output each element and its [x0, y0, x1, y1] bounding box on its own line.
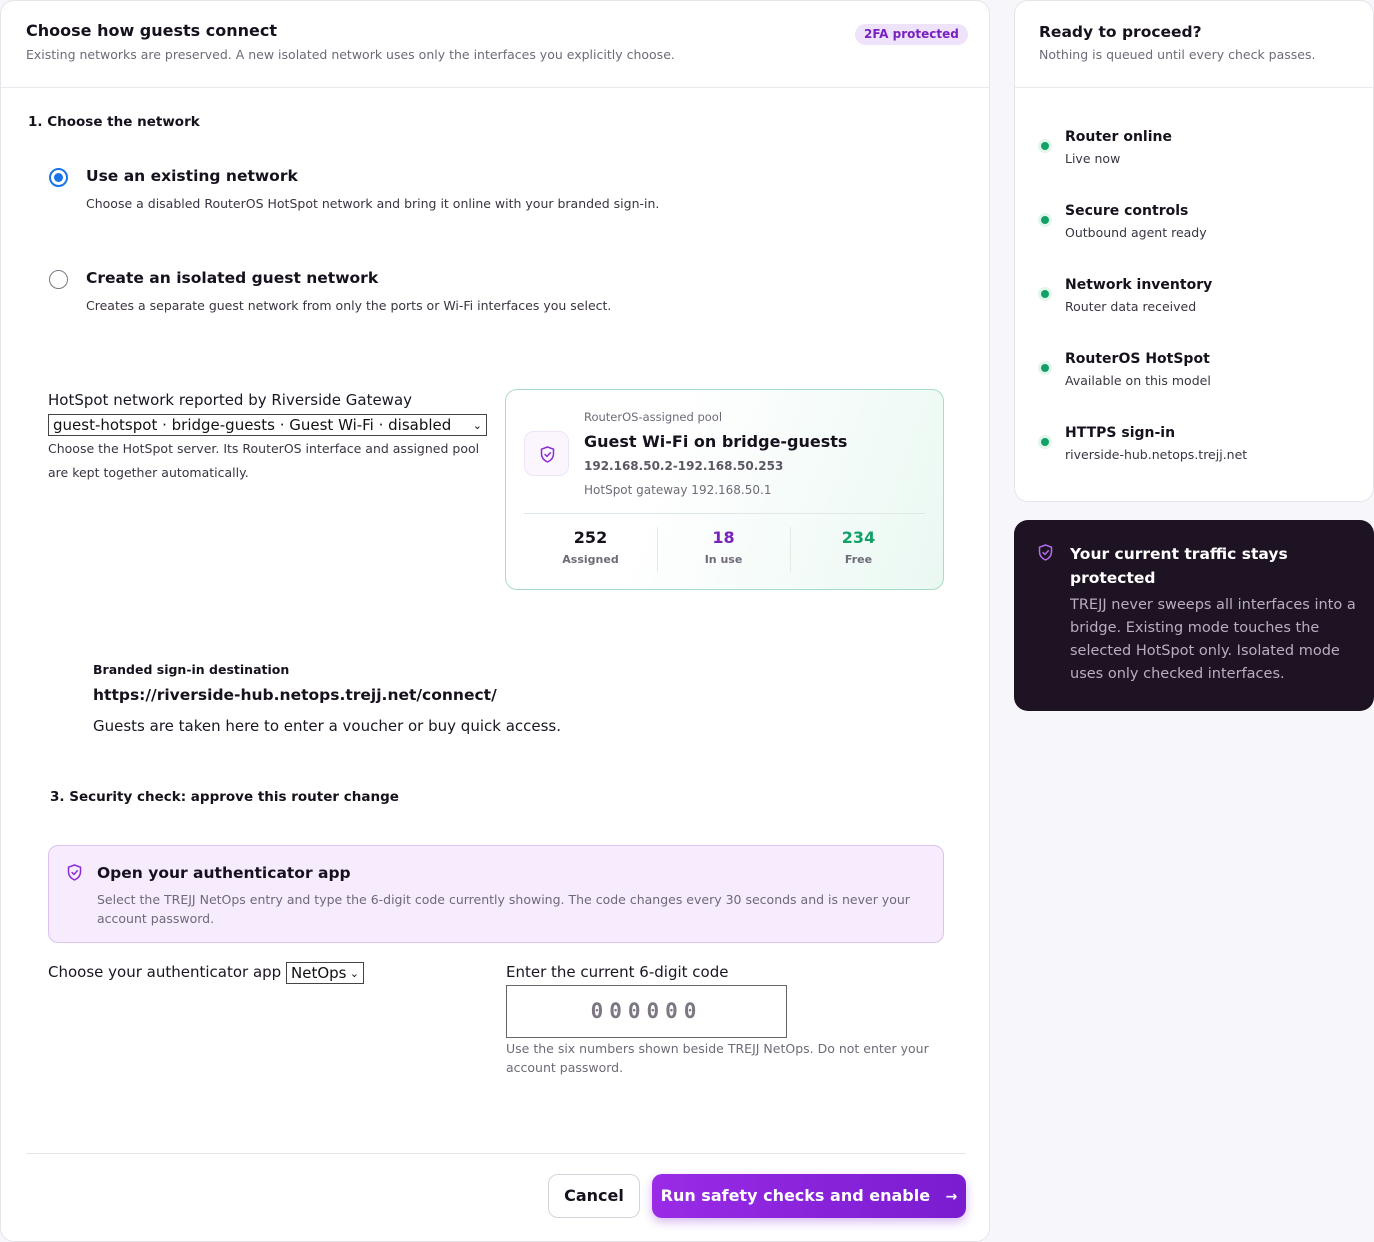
check-title: HTTPS sign-in — [1065, 425, 1176, 441]
pool-divider — [524, 513, 925, 514]
run-safety-checks-button[interactable]: Run safety checks and enable → — [652, 1174, 966, 1218]
code-label: Enter the current 6-digit code — [506, 963, 729, 981]
check-title: Network inventory — [1065, 277, 1213, 293]
status-dot-icon — [1038, 139, 1052, 153]
traffic-protection-title: Your current traffic stays protected — [1070, 545, 1288, 587]
stat-assigned: 252 Assigned — [524, 528, 657, 566]
auth-app-select[interactable]: NetOps ⌄ — [286, 962, 364, 984]
readiness-subtitle: Nothing is queued until every check pass… — [1039, 47, 1316, 62]
authenticator-desc: Select the TREJJ NetOps entry and type t… — [97, 892, 910, 926]
radio-existing-network[interactable] — [49, 168, 68, 187]
code-input[interactable]: 000000 — [506, 985, 787, 1038]
check-title: Router online — [1065, 129, 1172, 145]
check-sub: riverside-hub.netops.trejj.net — [1065, 447, 1248, 462]
auth-app-label: Choose your authenticator app — [48, 963, 282, 981]
chevron-down-icon: ⌄ — [349, 967, 359, 980]
pool-card: RouterOS-assigned pool Guest Wi-Fi on br… — [505, 389, 944, 590]
stat-in-use: 18 In use — [657, 528, 790, 566]
check-routeros-hotspot: RouterOS HotSpot Available on this model — [1015, 351, 1373, 401]
radio-isolated-network[interactable] — [49, 270, 68, 289]
check-title: Secure controls — [1065, 203, 1189, 219]
stat-free-value: 234 — [841, 528, 876, 547]
pool-name: Guest Wi-Fi on bridge-guests — [584, 432, 848, 451]
footer-divider — [26, 1153, 966, 1154]
stat-assigned-value: 252 — [573, 528, 608, 547]
stat-free-label: Free — [844, 553, 873, 566]
readiness-title: Ready to proceed? — [1039, 23, 1202, 41]
readiness-panel: Ready to proceed? Nothing is queued unti… — [1014, 0, 1374, 502]
stat-free: 234 Free — [792, 528, 925, 566]
status-dot-icon — [1038, 361, 1052, 375]
destination-desc: Guests are taken here to enter a voucher… — [93, 717, 562, 735]
status-dot-icon — [1038, 287, 1052, 301]
status-dot-icon — [1038, 213, 1052, 227]
auth-app-select-value: NetOps — [291, 964, 347, 982]
check-title: RouterOS HotSpot — [1065, 351, 1210, 367]
check-router-online: Router online Live now — [1015, 129, 1373, 179]
check-sub: Outbound agent ready — [1065, 225, 1207, 240]
page-title: Choose how guests connect — [26, 21, 277, 40]
shield-icon — [540, 446, 555, 463]
check-sub: Available on this model — [1065, 373, 1211, 388]
run-button-label: Run safety checks and enable — [660, 1186, 931, 1205]
stat-assigned-label: Assigned — [562, 553, 619, 566]
check-sub: Live now — [1065, 151, 1121, 166]
hotspot-help-line2: are kept together automatically. — [48, 465, 249, 480]
cancel-button[interactable]: Cancel — [548, 1174, 640, 1218]
hotspot-help: Choose the HotSpot server. Its RouterOS … — [48, 437, 479, 485]
option-existing-title[interactable]: Use an existing network — [86, 167, 298, 185]
shield-icon — [1038, 544, 1053, 561]
shield-icon — [67, 864, 82, 881]
hotspot-help-line1: Choose the HotSpot server. Its RouterOS … — [48, 441, 480, 456]
arrow-right-icon: → — [945, 1189, 958, 1205]
step1-title: 1. Choose the network — [28, 114, 200, 130]
check-network-inventory: Network inventory Router data received — [1015, 277, 1373, 327]
destination-url: https://riverside-hub.netops.trejj.net/c… — [93, 686, 497, 704]
pool-range: 192.168.50.2-192.168.50.253 — [584, 459, 784, 473]
check-secure-controls: Secure controls Outbound agent ready — [1015, 203, 1373, 253]
destination-label: Branded sign-in destination — [93, 662, 290, 677]
traffic-protection-body: TREJJ never sweeps all interfaces into a… — [1070, 597, 1356, 682]
check-sub: Router data received — [1065, 299, 1197, 314]
readiness-header: Ready to proceed? Nothing is queued unti… — [1015, 1, 1373, 88]
traffic-protection-card: Your current traffic stays protected TRE… — [1014, 520, 1374, 711]
pool-icon-tile — [524, 431, 569, 476]
pool-kicker: RouterOS-assigned pool — [584, 410, 723, 424]
twofa-badge: 2FA protected — [855, 24, 968, 45]
guest-connect-panel: Choose how guests connect Existing netwo… — [0, 0, 990, 1242]
pool-gateway: HotSpot gateway 192.168.50.1 — [584, 483, 772, 497]
stat-separator — [790, 527, 791, 572]
option-isolated-title[interactable]: Create an isolated guest network — [86, 269, 378, 287]
option-existing-desc: Choose a disabled RouterOS HotSpot netwo… — [86, 196, 660, 211]
option-isolated-desc: Creates a separate guest network from on… — [86, 298, 612, 313]
page-subtitle: Existing networks are preserved. A new i… — [26, 47, 675, 62]
authenticator-notice: Open your authenticator app Select the T… — [48, 845, 944, 943]
hotspot-select-value: guest-hotspot · bridge-guests · Guest Wi… — [53, 416, 452, 434]
check-https-sign-in: HTTPS sign-in riverside-hub.netops.trejj… — [1015, 425, 1373, 475]
stat-in-use-label: In use — [704, 553, 743, 566]
hotspot-select[interactable]: guest-hotspot · bridge-guests · Guest Wi… — [48, 414, 487, 436]
stat-in-use-value: 18 — [712, 528, 735, 547]
step3-title: 3. Security check: approve this router c… — [50, 789, 399, 805]
code-help: Use the six numbers shown beside TREJJ N… — [506, 1041, 929, 1075]
hotspot-select-label: HotSpot network reported by Riverside Ga… — [48, 391, 413, 409]
status-dot-icon — [1038, 435, 1052, 449]
chevron-down-icon: ⌄ — [472, 419, 482, 432]
panel-header: Choose how guests connect Existing netwo… — [1, 1, 989, 88]
authenticator-title: Open your authenticator app — [97, 864, 351, 882]
